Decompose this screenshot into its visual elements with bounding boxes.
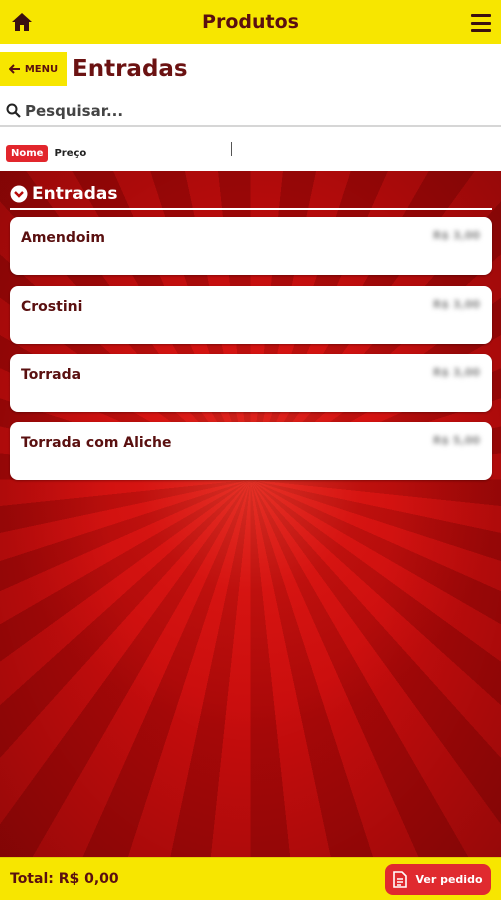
sort-by-name-button[interactable]: Nome: [6, 144, 49, 162]
hamburger-menu-icon[interactable]: [471, 14, 491, 32]
category-header[interactable]: Entradas: [10, 180, 492, 210]
search-icon: [6, 103, 21, 118]
product-price: R$ 5,00: [432, 434, 480, 447]
home-icon[interactable]: [10, 11, 34, 33]
product-name: Amendoim: [21, 230, 105, 246]
product-card[interactable]: Torrada R$ 3,00: [10, 354, 492, 412]
product-name: Torrada com Aliche: [21, 435, 172, 451]
category-title: Entradas: [32, 184, 118, 204]
product-name: Crostini: [21, 299, 83, 315]
document-icon: [393, 871, 408, 888]
back-to-menu-button[interactable]: MENU: [0, 52, 67, 86]
product-card[interactable]: Amendoim R$ 3,00: [10, 217, 492, 275]
product-name: Torrada: [21, 367, 82, 383]
view-order-button[interactable]: Ver pedido: [385, 864, 491, 895]
menu-button-label: MENU: [24, 63, 59, 75]
view-order-label: Ver pedido: [415, 873, 483, 886]
top-bar: Produtos: [0, 0, 501, 44]
search-bar: [0, 96, 501, 127]
bottom-bar: Total: R$ 0,00 Ver pedido: [0, 857, 501, 900]
product-card[interactable]: Crostini R$ 3,00: [10, 286, 492, 344]
sort-divider: [231, 142, 232, 156]
app-title: Produtos: [202, 11, 299, 33]
sort-by-price-button[interactable]: Preço: [54, 148, 86, 159]
arrow-left-icon: [8, 64, 20, 74]
search-input[interactable]: [25, 101, 465, 120]
page-title: Entradas: [72, 56, 188, 82]
product-price: R$ 3,00: [432, 366, 480, 379]
order-total: Total: R$ 0,00: [10, 871, 119, 887]
product-price: R$ 3,00: [432, 298, 480, 311]
sort-bar: Nome Preço: [0, 136, 501, 170]
page-header: MENU Entradas: [0, 52, 501, 86]
product-card[interactable]: Torrada com Aliche R$ 5,00: [10, 422, 492, 480]
product-price: R$ 3,00: [432, 229, 480, 242]
chevron-down-circle-icon: [10, 185, 28, 203]
